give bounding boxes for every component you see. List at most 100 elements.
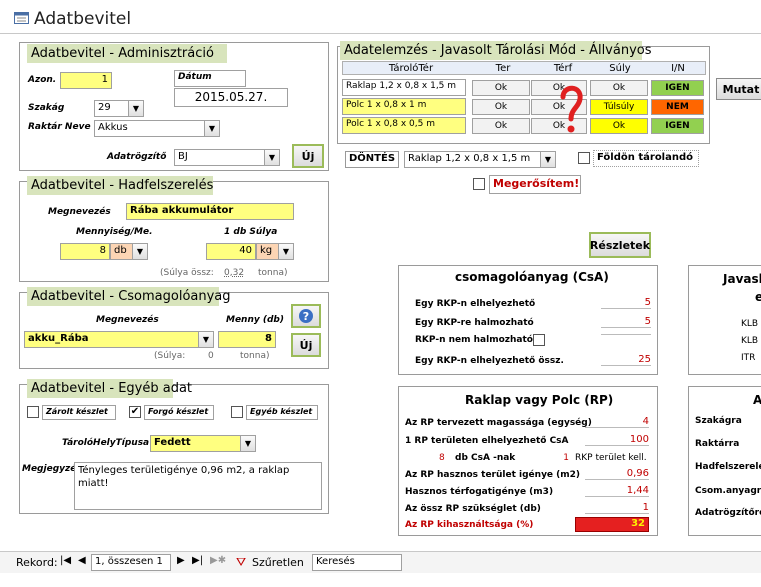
hadf-group: Adatbevitel - Hadfelszerelés Megnevezés … <box>19 176 329 282</box>
table-row[interactable]: Polc 1 x 0,8 x 1 m Ok Ok Túlsúly NEM <box>342 98 706 116</box>
first-record-icon[interactable]: |◀ <box>60 555 71 566</box>
dontes-label: DÖNTÉS <box>345 151 399 168</box>
chevron-down-icon[interactable]: ▼ <box>204 121 219 136</box>
azon-label: Azon. <box>28 75 57 85</box>
zarolt-checkbox[interactable] <box>27 406 39 418</box>
row-ter: Ok <box>472 118 530 134</box>
chevron-down-icon[interactable]: ▼ <box>132 244 147 259</box>
adatrogzitore-label: Adatrögzítőre <box>695 508 761 518</box>
rp-row2-value: 100 <box>585 434 649 446</box>
rp-row1-value: 4 <box>585 416 649 428</box>
row-suly: Túlsúly <box>590 99 648 115</box>
rogzito-label: Adatrögzítő <box>107 152 167 162</box>
csom-suly-label: (Súlya: <box>154 351 186 361</box>
help-icon: ? <box>299 309 313 323</box>
search-input[interactable]: Keresés <box>312 554 402 571</box>
new-record-icon[interactable]: ▶✱ <box>210 555 226 566</box>
megerosit-checkbox[interactable] <box>473 178 485 190</box>
prev-record-icon[interactable]: ◀ <box>78 555 86 566</box>
last-record-icon[interactable]: ▶| <box>192 555 203 566</box>
chevron-down-icon[interactable]: ▼ <box>198 332 213 347</box>
klb-label-2: KLB <box>741 336 759 346</box>
hadfelszereles-label: Hadfelszerelés <box>695 462 761 472</box>
rp-row4-value: 0,96 <box>585 468 649 480</box>
reszletek-button[interactable]: Részletek <box>589 232 651 258</box>
raktar-select[interactable]: Akkus ▼ <box>94 120 220 137</box>
csa-row1-label: Egy RKP-n elhelyezhető <box>415 299 536 309</box>
filter-status[interactable]: Szűretlen <box>252 556 304 569</box>
csom-megnev-select[interactable]: akku_Rába ▼ <box>24 331 214 348</box>
suly-unit-select[interactable]: kg ▼ <box>256 243 294 260</box>
me-select[interactable]: db ▼ <box>110 243 148 260</box>
szakag-select[interactable]: 29 ▼ <box>94 100 144 117</box>
row-name: Raklap 1,2 x 0,8 x 1,5 m <box>342 79 466 96</box>
elemzes-header: TárolóTér Ter Térf Súly I/N <box>342 61 706 75</box>
rp-row7-value: 32 <box>575 517 649 532</box>
rp-title: Raklap vagy Polc (RP) <box>465 393 614 407</box>
rp-row4-label: Az RP hasznos terület igénye (m2) <box>405 470 581 480</box>
azon-field[interactable]: 1 <box>60 72 112 89</box>
forgo-label: Forgó készlet <box>144 405 214 420</box>
chevron-down-icon[interactable]: ▼ <box>264 150 279 165</box>
summary-group: A Szakágra Raktárra Hadfelszerelés Csom.… <box>688 386 761 536</box>
csom-megnev-label: Megnevezés <box>96 315 159 325</box>
hadf-title: Adatbevitel - Hadfelszerelés <box>27 176 213 195</box>
egyeb-label: Egyéb készlet <box>246 405 318 420</box>
tipus-select[interactable]: Fedett ▼ <box>150 435 256 452</box>
csom-menny-field[interactable]: 8 <box>218 331 276 348</box>
help-button[interactable]: ? <box>291 304 321 328</box>
egyeb-group: Adatbevitel - Egyéb adat Zárolt készlet … <box>19 379 329 514</box>
header-in: I/N <box>671 63 685 74</box>
row-ter: Ok <box>472 99 530 115</box>
rp-row3-label: db CsA -nak <box>455 453 516 463</box>
row-suly: Ok <box>590 80 648 96</box>
csa-row3-checkbox[interactable] <box>533 334 545 346</box>
header-suly: Súly <box>609 63 631 74</box>
megj-field[interactable]: Tényleges területigénye 0,96 m2, a rakla… <box>74 462 322 510</box>
record-position[interactable]: 1, összesen 1 <box>91 554 171 571</box>
rp-group: Raklap vagy Polc (RP) Az RP tervezett ma… <box>398 386 658 536</box>
csa-group: csomagolóanyag (CsA) Egy RKP-n elhelyezh… <box>398 265 658 375</box>
suly-field[interactable]: 40 <box>206 243 256 260</box>
csomanyagra-label: Csom.anyagra <box>695 486 761 496</box>
chevron-down-icon[interactable]: ▼ <box>240 436 255 451</box>
ossz-value: 0,32 <box>224 268 245 278</box>
table-row[interactable]: Raklap 1,2 x 0,8 x 1,5 m Ok Ok Ok IGEN <box>342 79 706 97</box>
chevron-down-icon[interactable]: ▼ <box>128 101 143 116</box>
window-title: Adatbevitel <box>34 9 132 29</box>
admin-group: Adatbevitel - Adminisztráció Azon. 1 Dát… <box>19 42 329 171</box>
dontes-select[interactable]: Raklap 1,2 x 0,8 x 1,5 m ▼ <box>404 151 556 168</box>
rp-row1-label: Az RP tervezett magassága (egység) <box>405 418 592 428</box>
mutat-button[interactable]: Mutat <box>716 78 761 100</box>
table-row[interactable]: Polc 1 x 0,8 x 0,5 m Ok Ok Ok IGEN <box>342 117 706 135</box>
hadf-megnev-field[interactable]: Rába akkumulátor <box>126 203 294 220</box>
chevron-down-icon[interactable]: ▼ <box>278 244 293 259</box>
row-name: Polc 1 x 0,8 x 1 m <box>342 98 466 115</box>
rogzito-select[interactable]: BJ ▼ <box>174 149 280 166</box>
forgo-checkbox[interactable]: ✔ <box>129 406 141 418</box>
csa-row3-label: RKP-n nem halmozható <box>415 335 533 345</box>
rp-row3-value: 1 <box>563 453 569 463</box>
next-record-icon[interactable]: ▶ <box>177 555 185 566</box>
csa-row2-label: Egy RKP-re halmozható <box>415 318 534 328</box>
csom-new-button[interactable]: Új <box>291 333 321 357</box>
csa-title: csomagolóanyag (CsA) <box>455 270 609 284</box>
hadf-megnev-label: Megnevezés <box>48 207 111 217</box>
foldon-label: Földön tárolandó <box>593 150 699 167</box>
javaslat-title: Javasl <box>723 272 761 286</box>
admin-new-button[interactable]: Új <box>292 144 324 168</box>
suly-label: 1 db Súlya <box>224 227 278 237</box>
admin-title: Adatbevitel - Adminisztráció <box>27 44 227 63</box>
menny-field[interactable]: 8 <box>60 243 110 260</box>
elemzes-title: Adatelemzés - Javasolt Tárolási Mód - Ál… <box>340 41 652 60</box>
datum-field[interactable]: 2015.05.27. <box>174 88 288 107</box>
szakagra-label: Szakágra <box>695 416 742 426</box>
csa-row2-value: 5 <box>601 316 651 328</box>
csa-row4-label: Egy RKP-n elhelyezhető össz. <box>415 356 564 366</box>
egyeb-checkbox[interactable] <box>231 406 243 418</box>
foldon-checkbox[interactable] <box>578 152 590 164</box>
chevron-down-icon[interactable]: ▼ <box>540 152 555 167</box>
klb-label-1: KLB <box>741 319 759 329</box>
csom-suly-value: 0 <box>208 351 214 361</box>
row-in: NEM <box>651 99 704 115</box>
